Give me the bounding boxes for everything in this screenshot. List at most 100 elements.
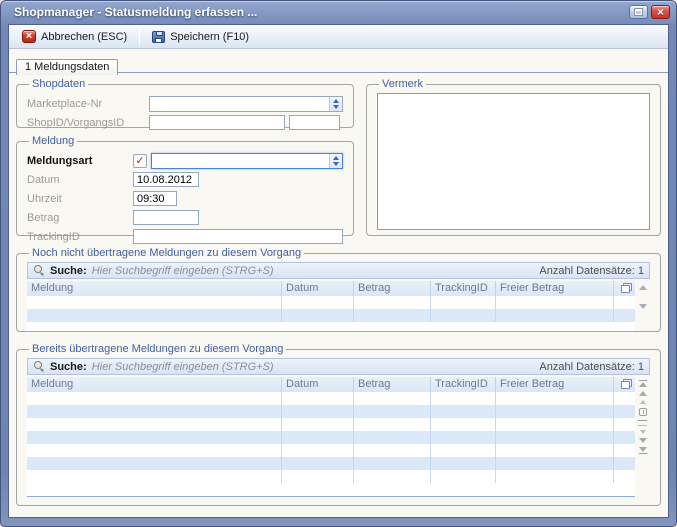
group-transferred-meldungen: Bereits übertragene Meldungen zu diesem … [16, 343, 661, 506]
column-chooser-cell[interactable] [613, 281, 635, 296]
titlebar[interactable]: Shopmanager - Statusmeldung erfassen ...… [1, 1, 676, 23]
copy-layout-icon [621, 283, 632, 293]
tab-meldungsdaten[interactable]: 1 Meldungsdaten [16, 59, 118, 75]
scroll-thumb-icon[interactable] [639, 408, 647, 416]
close-icon: × [657, 6, 664, 18]
table-row[interactable] [27, 296, 635, 309]
search-label: Suche: [50, 265, 87, 277]
marketplace-dropdown-icon[interactable] [329, 97, 342, 111]
save-button[interactable]: Speichern (F10) [145, 28, 256, 46]
column-header-meldung[interactable]: Meldung [27, 377, 281, 392]
trackingid-label: TrackingID [27, 231, 133, 243]
meldungsart-label: Meldungsart [27, 155, 133, 167]
tabstrip: 1 Meldungsdaten [9, 50, 668, 72]
transferred-search-bar[interactable]: Suche: Hier Suchbegriff eingeben (STRG+S… [27, 358, 650, 375]
table-row[interactable] [27, 309, 635, 322]
datum-input[interactable] [133, 172, 199, 187]
tab-label: 1 Meldungsdaten [25, 61, 109, 73]
cancel-button[interactable]: × Abbrechen (ESC) [15, 27, 134, 46]
window-title: Shopmanager - Statusmeldung erfassen ... [14, 5, 257, 19]
uhrzeit-label: Uhrzeit [27, 193, 133, 205]
column-chooser-cell[interactable] [613, 377, 635, 392]
toolbar-separator [139, 29, 140, 45]
scroll-first-icon[interactable] [639, 380, 647, 387]
marketplace-combobox[interactable] [149, 96, 343, 112]
tab-content: 1 Meldungsdaten Shopdaten Marketplace-Nr [9, 50, 668, 517]
group-shopdaten-title: Shopdaten [29, 78, 88, 90]
cancel-button-label: Abbrechen (ESC) [41, 31, 127, 43]
save-icon [152, 31, 165, 43]
meldungsart-combobox[interactable] [151, 153, 343, 169]
column-header-trackingid[interactable]: TrackingID [430, 377, 495, 392]
table-row[interactable] [27, 470, 635, 483]
datum-label: Datum [27, 174, 133, 186]
window: Shopmanager - Statusmeldung erfassen ...… [0, 0, 677, 527]
table-row[interactable] [27, 418, 635, 431]
scroll-pagedown-icon[interactable] [639, 438, 647, 443]
group-pending-meldungen: Noch nicht übertragene Meldungen zu dies… [16, 247, 661, 332]
group-transferred-title: Bereits übertragene Meldungen zu diesem … [29, 343, 286, 355]
column-header-betrag[interactable]: Betrag [353, 377, 430, 392]
shopid-input[interactable] [149, 115, 285, 130]
vermerk-textarea[interactable] [377, 93, 650, 230]
table-row[interactable] [27, 457, 635, 470]
scroll-up-icon[interactable] [639, 285, 647, 290]
record-count: Anzahl Datensätze: 1 [539, 361, 644, 373]
marketplace-input[interactable] [150, 97, 329, 111]
uhrzeit-input[interactable] [133, 191, 177, 206]
vorgangsid-input[interactable] [289, 115, 340, 130]
scroll-down-icon[interactable] [640, 430, 646, 434]
column-header-betrag[interactable]: Betrag [353, 281, 430, 296]
pending-grid-scrollbar[interactable] [635, 281, 650, 332]
pending-search-bar[interactable]: Suche: Hier Suchbegriff eingeben (STRG+S… [27, 262, 650, 279]
meldungsart-dropdown-icon[interactable] [329, 154, 342, 168]
column-header-freier-betrag[interactable]: Freier Betrag [495, 377, 613, 392]
betrag-input[interactable] [133, 210, 199, 225]
table-row[interactable] [27, 392, 635, 405]
group-vermerk: Vermerk [366, 78, 661, 236]
table-row[interactable] [27, 405, 635, 418]
group-meldung-title: Meldung [29, 135, 77, 147]
record-position-icon [638, 420, 647, 426]
window-controls: × [629, 5, 670, 19]
group-shopdaten: Shopdaten Marketplace-Nr [16, 78, 354, 128]
group-vermerk-title: Vermerk [379, 78, 426, 90]
column-header-datum[interactable]: Datum [281, 281, 353, 296]
table-row[interactable] [27, 444, 635, 457]
cancel-icon: × [22, 30, 36, 43]
pending-grid: Meldung Datum Betrag TrackingID Freier B… [27, 281, 635, 332]
transferred-grid: Meldung Datum Betrag TrackingID Freier B… [27, 377, 635, 497]
scroll-down-icon[interactable] [639, 304, 647, 309]
group-meldung: Meldung Meldungsart ✓ [16, 135, 354, 236]
group-pending-title: Noch nicht übertragene Meldungen zu dies… [29, 247, 304, 259]
column-header-datum[interactable]: Datum [281, 377, 353, 392]
search-label: Suche: [50, 361, 87, 373]
betrag-label: Betrag [27, 212, 133, 224]
scroll-pageup-icon[interactable] [639, 391, 647, 396]
toolbar: × Abbrechen (ESC) Speichern (F10) [9, 25, 668, 49]
table-row[interactable] [27, 431, 635, 444]
close-button[interactable]: × [651, 5, 670, 19]
trackingid-input[interactable] [133, 229, 343, 244]
search-placeholder: Hier Suchbegriff eingeben (STRG+S) [92, 361, 274, 373]
pending-grid-header[interactable]: Meldung Datum Betrag TrackingID Freier B… [27, 281, 635, 296]
meldungsdaten-panel: Shopdaten Marketplace-Nr [9, 72, 668, 517]
column-header-trackingid[interactable]: TrackingID [430, 281, 495, 296]
marketplace-label: Marketplace-Nr [27, 98, 149, 110]
restore-button[interactable] [629, 5, 648, 19]
shopid-label: ShopID/VorgangsID [27, 117, 149, 129]
search-placeholder: Hier Suchbegriff eingeben (STRG+S) [92, 265, 274, 277]
transferred-grid-header[interactable]: Meldung Datum Betrag TrackingID Freier B… [27, 377, 635, 392]
column-header-freier-betrag[interactable]: Freier Betrag [495, 281, 613, 296]
transferred-grid-navigator [635, 377, 650, 497]
required-check-icon: ✓ [133, 154, 147, 168]
grid-empty-area [27, 322, 635, 331]
column-header-meldung[interactable]: Meldung [27, 281, 281, 296]
scroll-up-icon[interactable] [640, 400, 646, 404]
record-count: Anzahl Datensätze: 1 [539, 265, 644, 277]
search-icon [33, 361, 44, 372]
scroll-last-icon[interactable] [639, 447, 647, 454]
grid-empty-area [27, 483, 635, 496]
search-icon [33, 265, 44, 276]
meldungsart-input[interactable] [152, 154, 329, 168]
